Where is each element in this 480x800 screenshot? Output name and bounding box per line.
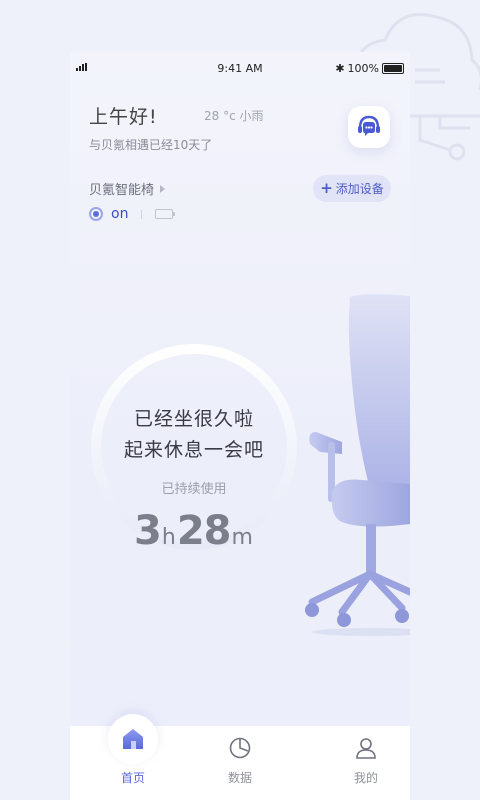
user-icon [356, 738, 376, 759]
tab-mine[interactable]: 我的 [326, 726, 406, 800]
tab-data[interactable]: 数据 [200, 726, 280, 800]
usage-hours: 3 [134, 508, 162, 554]
caret-right-icon [160, 184, 166, 193]
usage-minutes-unit: m [231, 525, 253, 550]
device-status-text: on [111, 206, 129, 222]
connection-dot-icon [89, 207, 103, 221]
app-screen: 9:41 AM ✱ 100% 上午好! 28 °c 小雨 与贝氪相遇已经10天了… [70, 52, 410, 800]
tab-data-label: 数据 [227, 771, 252, 785]
bluetooth-icon: ✱ [335, 62, 345, 75]
divider [141, 209, 143, 219]
home-tab-bubble [108, 714, 158, 764]
plus-icon: + [320, 179, 333, 197]
device-battery-icon [155, 209, 176, 219]
battery-icon [382, 63, 404, 74]
duration-label: 已持续使用 [161, 482, 227, 497]
customer-service-button[interactable] [348, 106, 390, 148]
tab-home-label: 首页 [120, 771, 145, 785]
tab-mine-label: 我的 [353, 771, 378, 785]
headset-chat-icon [358, 115, 380, 136]
status-right: ✱ 100% [335, 62, 404, 75]
usage-minutes: 28 [176, 508, 232, 554]
battery-percent: 100% [347, 62, 379, 75]
usage-hours-unit: h [161, 525, 176, 550]
status-bar: 9:41 AM ✱ 100% [70, 52, 410, 86]
greeting-title: 上午好! [89, 106, 158, 128]
weather-info: 28 °c 小雨 [204, 109, 264, 123]
device-selector[interactable]: 贝氪智能椅 [89, 179, 166, 198]
tab-home[interactable]: 首页 [93, 714, 173, 800]
rest-reminder-line1: 已经坐很久啦 [133, 408, 254, 430]
rest-reminder-line2: 起来休息一会吧 [123, 439, 264, 461]
add-device-button[interactable]: + 添加设备 [313, 175, 391, 202]
device-status-row: on [89, 206, 176, 222]
device-name-label: 贝氪智能椅 [89, 183, 155, 198]
days-together-text: 与贝氪相遇已经10天了 [89, 138, 213, 152]
usage-duration: 3h28m [89, 508, 299, 554]
bottom-tab-bar: 首页 数据 我的 [70, 714, 410, 800]
office-chair-image [305, 294, 410, 636]
pie-chart-icon [229, 737, 251, 759]
add-device-label: 添加设备 [335, 182, 384, 196]
home-icon [123, 729, 143, 749]
